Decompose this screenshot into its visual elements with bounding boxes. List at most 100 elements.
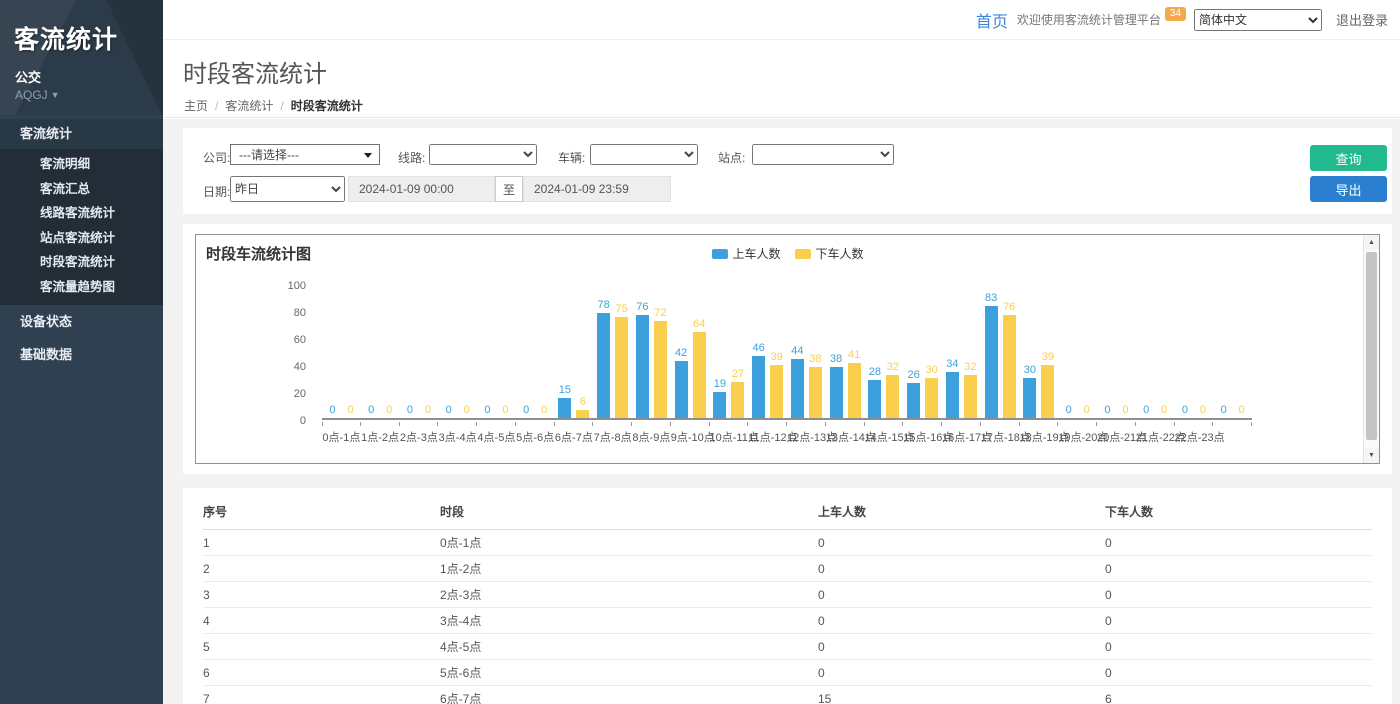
bar-group: 00	[1213, 283, 1252, 418]
bar[interactable]	[946, 372, 959, 418]
bar-column: 39	[770, 283, 783, 418]
bar[interactable]	[558, 398, 571, 418]
query-button[interactable]: 查询	[1310, 145, 1387, 171]
axis-tick	[903, 422, 942, 426]
sidebar-item[interactable]: 线路客流统计	[0, 201, 163, 226]
bar[interactable]	[636, 315, 649, 418]
app-title: 客流统计	[0, 0, 163, 56]
bar[interactable]	[731, 382, 744, 418]
bar[interactable]	[791, 359, 804, 418]
vehicle-select[interactable]	[590, 144, 698, 165]
org-code-selector[interactable]: AQGJ ▼	[0, 86, 163, 102]
main-content: 公司: ---请选择--- 线路: 车辆: 站点: 日期: 昨日 至 查询 导出…	[163, 119, 1400, 704]
breadcrumb-item[interactable]: 主页	[184, 97, 208, 114]
bar-group: 00	[477, 283, 516, 418]
bar-value-label: 0	[1104, 404, 1110, 416]
bar-value-label: 32	[887, 361, 899, 373]
bar[interactable]	[752, 356, 765, 418]
bar-value-label: 0	[1122, 404, 1128, 416]
bar[interactable]	[693, 332, 706, 418]
bar-column: 0	[1062, 283, 1075, 418]
bar-column: 64	[693, 283, 706, 418]
company-select[interactable]: ---请选择---	[230, 144, 380, 165]
bar-value-label: 0	[523, 404, 529, 416]
x-axis-category-label: 12点-13点	[787, 429, 826, 445]
legend-label: 下车人数	[816, 245, 864, 262]
bar-column: 32	[964, 283, 977, 418]
table-cell: 6	[203, 660, 440, 686]
legend-item[interactable]: 下车人数	[795, 245, 864, 262]
bar[interactable]	[830, 367, 843, 418]
bar-value-label: 39	[1042, 351, 1054, 363]
breadcrumb-item[interactable]: 客流统计	[225, 97, 273, 114]
bar[interactable]	[1041, 365, 1054, 418]
bar-value-label: 0	[386, 404, 392, 416]
sidebar-section-header[interactable]: 客流统计	[0, 119, 163, 149]
legend-item[interactable]: 上车人数	[711, 245, 780, 262]
bar-group: 4438	[787, 283, 826, 418]
bar[interactable]	[985, 306, 998, 418]
date-end-input[interactable]	[523, 176, 671, 202]
bar[interactable]	[675, 361, 688, 418]
bar[interactable]	[713, 392, 726, 418]
bar[interactable]	[848, 363, 861, 418]
axis-tick	[438, 422, 477, 426]
x-axis-category-label: 13点-14点	[826, 429, 865, 445]
bar[interactable]	[907, 383, 920, 418]
logout-link[interactable]: 退出登录	[1336, 10, 1388, 29]
table-cell: 6	[1105, 686, 1372, 704]
station-select[interactable]	[752, 144, 894, 165]
bar[interactable]	[964, 375, 977, 418]
chart-panel: 时段车流统计图 上车人数下车人数 020406080100 0000000000…	[183, 224, 1392, 474]
x-axis-ticks	[322, 422, 1252, 426]
bar[interactable]	[868, 380, 881, 418]
bar[interactable]	[597, 313, 610, 418]
date-preset-select[interactable]: 昨日	[230, 176, 345, 202]
x-axis-category-label: 20点-21点	[1097, 429, 1136, 445]
date-start-input[interactable]	[348, 176, 495, 202]
bar-value-label: 0	[1182, 404, 1188, 416]
bar-value-label: 0	[464, 404, 470, 416]
bar-column: 38	[830, 283, 843, 418]
sidebar-item[interactable]: 客流汇总	[0, 177, 163, 202]
home-link[interactable]: 首页	[976, 8, 1008, 32]
bar[interactable]	[1023, 378, 1036, 419]
bar-column: 0	[442, 283, 455, 418]
axis-tick	[826, 422, 865, 426]
scroll-up-icon[interactable]: ▲	[1364, 235, 1379, 250]
table-cell: 0	[818, 608, 1105, 634]
bar-column: 0	[344, 283, 357, 418]
bar[interactable]	[809, 367, 822, 418]
sidebar-section-header[interactable]: 基础数据	[0, 338, 163, 371]
bar-column: 44	[791, 283, 804, 418]
sidebar-item[interactable]: 客流明细	[0, 152, 163, 177]
sidebar-section-header[interactable]: 设备状态	[0, 305, 163, 338]
bar[interactable]	[770, 365, 783, 418]
x-axis-category-label: 1点-2点	[361, 429, 400, 445]
bar[interactable]	[1003, 315, 1016, 418]
bar-value-label: 46	[753, 342, 765, 354]
caret-down-icon: ▼	[51, 90, 60, 100]
welcome-text: 欢迎使用客流统计管理平台	[1017, 11, 1161, 28]
bar[interactable]	[654, 321, 667, 418]
bar[interactable]	[886, 375, 899, 418]
bar-group: 3841	[826, 283, 865, 418]
bar[interactable]	[925, 378, 938, 419]
bar-group: 2832	[865, 283, 904, 418]
export-button[interactable]: 导出	[1310, 176, 1387, 202]
sidebar-item[interactable]: 站点客流统计	[0, 226, 163, 251]
sidebar-item[interactable]: 时段客流统计	[0, 250, 163, 275]
line-select[interactable]	[429, 144, 537, 165]
sidebar-item[interactable]: 客流量趋势图	[0, 275, 163, 300]
axis-tick	[748, 422, 787, 426]
axis-tick	[942, 422, 981, 426]
breadcrumb-item: 时段客流统计	[291, 97, 363, 114]
bar-column: 72	[654, 283, 667, 418]
bar[interactable]	[615, 317, 628, 418]
table-cell: 0	[1105, 556, 1372, 582]
scroll-down-icon[interactable]: ▼	[1364, 448, 1379, 463]
company-select-value: ---请选择---	[239, 146, 299, 163]
scrollbar-thumb[interactable]	[1366, 252, 1377, 440]
language-select[interactable]: 简体中文	[1194, 9, 1322, 31]
bar[interactable]	[576, 410, 589, 418]
